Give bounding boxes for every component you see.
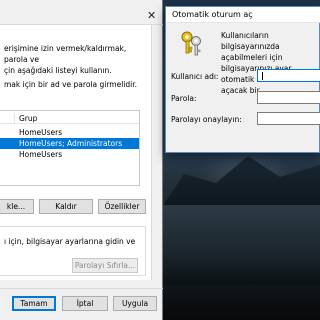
column-separator[interactable] (14, 113, 15, 124)
row-group: HomeUsers (19, 128, 63, 137)
auto-signin-info: Kullanıcıların bilgisayarınızda açabilme… (221, 31, 310, 95)
apply-button[interactable]: Uygula (113, 296, 157, 311)
row-group: HomeUsers (19, 150, 63, 159)
dialog-title: Otomatik oturum aç (172, 10, 253, 19)
text-caret (262, 72, 263, 80)
username-input[interactable] (257, 69, 320, 82)
ok-button[interactable]: Tamam (12, 296, 56, 311)
users-table[interactable]: Grup HomeUsers HomeUsers; Administrators… (0, 110, 140, 186)
user-accounts-dialog: ✕ erişimine izin vermek/kaldırmak, parol… (0, 0, 163, 320)
reset-password-button[interactable]: Parolayı Sıfırla... (72, 258, 138, 273)
table-row-selected[interactable]: HomeUsers; Administrators (0, 138, 139, 149)
dialog-titlebar[interactable]: Otomatik oturum aç (166, 7, 320, 23)
remove-user-button[interactable]: Kaldır (39, 199, 93, 214)
confirm-password-label: Parolayı onaylayın: (171, 115, 242, 124)
username-label: Kullanıcı adı: (171, 72, 219, 81)
wallpaper-lake (160, 205, 320, 285)
keys-icon (181, 31, 201, 56)
footer-divider (0, 288, 163, 289)
password-label: Parola: (171, 94, 197, 103)
must-enter-text: mak için bir ad ve parola girmelidir. (4, 80, 137, 89)
wallpaper-hills (160, 156, 320, 210)
row-group: HomeUsers; Administrators (19, 139, 123, 148)
table-header: Grup (0, 113, 139, 124)
properties-button[interactable]: Özellikler (98, 199, 146, 214)
add-user-button[interactable]: kle... (0, 199, 34, 214)
auto-signin-dialog: Otomatik oturum aç Kullanıcıların bilgis… (165, 6, 320, 153)
table-row[interactable]: HomeUsers (0, 149, 139, 160)
column-header-group[interactable]: Grup (19, 114, 37, 123)
password-group-text: ı için, bilgisayar ayarlarına gidin ve (4, 237, 136, 246)
confirm-password-input[interactable] (257, 112, 320, 125)
table-row[interactable]: HomeUsers (0, 127, 139, 138)
users-description: erişimine izin vermek/kaldırmak, parola … (4, 44, 127, 75)
wallpaper-shore (140, 285, 320, 320)
password-input[interactable] (257, 91, 320, 104)
close-icon[interactable]: ✕ (147, 9, 156, 22)
cancel-button[interactable]: İptal (62, 296, 108, 311)
